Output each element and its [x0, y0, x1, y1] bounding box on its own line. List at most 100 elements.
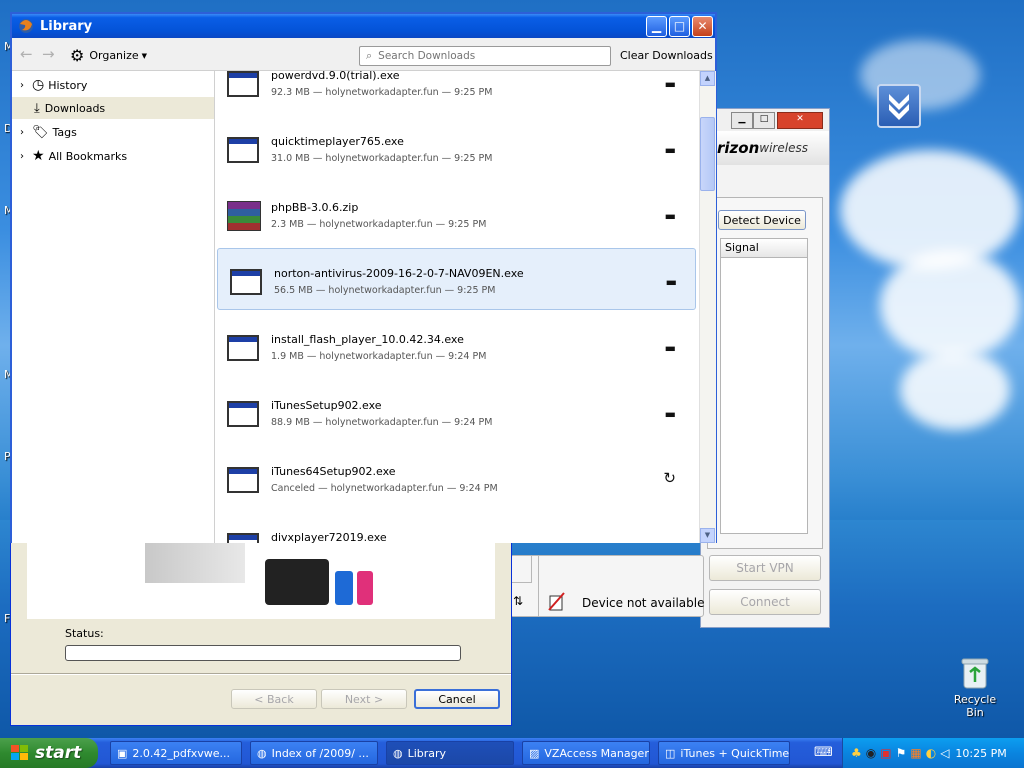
search-input[interactable]: [376, 49, 601, 63]
download-arrow-icon[interactable]: [877, 84, 921, 128]
organize-label: Organize: [89, 49, 139, 62]
download-filename: quicktimeplayer765.exe: [271, 135, 404, 148]
expand-arrow-icon[interactable]: ›: [20, 80, 32, 91]
back-arrow-icon[interactable]: ←: [20, 45, 33, 63]
maximize-button[interactable]: □: [753, 112, 775, 129]
tray-icon[interactable]: ▣: [880, 746, 891, 760]
download-item[interactable]: powerdvd.9.0(trial).exe 92.3 MB — holyne…: [215, 71, 694, 113]
tray-icon[interactable]: ⚑: [896, 746, 907, 760]
gear-icon: ⚙: [70, 46, 85, 65]
status-label: Status:: [65, 627, 104, 640]
close-button[interactable]: ✕: [692, 15, 713, 37]
download-filename: iTunesSetup902.exe: [271, 399, 382, 412]
open-folder-icon[interactable]: ▬: [665, 77, 676, 91]
search-box[interactable]: ⌕: [359, 46, 611, 66]
installer-divider: [11, 673, 511, 675]
tray-icon[interactable]: ◐: [926, 746, 936, 760]
scroll-down-button[interactable]: ▼: [700, 528, 715, 543]
open-folder-icon[interactable]: ▬: [665, 407, 676, 421]
taskbar-button-index[interactable]: ◍ Index of /2009/ ...: [250, 741, 378, 765]
open-folder-icon[interactable]: ▬: [666, 275, 677, 289]
recycle-bin[interactable]: Recycle Bin: [944, 656, 1006, 719]
start-button[interactable]: start: [0, 738, 98, 768]
download-item[interactable]: divxplayer72019.exe ▬: [215, 513, 694, 543]
keyboard-icon[interactable]: ⌨: [814, 745, 833, 760]
back-button[interactable]: < Back: [231, 689, 317, 709]
expand-arrow-icon[interactable]: ›: [20, 151, 32, 162]
double-chevron-down-icon: [889, 94, 909, 120]
tag-icon: 🏷: [32, 124, 49, 140]
next-button[interactable]: Next >: [321, 689, 407, 709]
taskbar-button-pdf[interactable]: ▣ 2.0.42_pdfxvwe...: [110, 741, 242, 765]
tray-icon[interactable]: ♣: [851, 746, 862, 760]
sidebar-item-label: All Bookmarks: [48, 149, 128, 163]
taskbar-button-library[interactable]: ◍ Library: [386, 741, 514, 765]
signal-header-label: Signal: [725, 241, 759, 254]
recycle-bin-label: Recycle Bin: [953, 693, 997, 719]
start-vpn-button[interactable]: Start VPN: [709, 555, 821, 581]
vz-status-panel: ⇅ Device not available: [510, 555, 704, 617]
expand-arrow-icon[interactable]: ›: [20, 127, 32, 138]
signal-column-header[interactable]: Signal: [721, 239, 807, 258]
firefox-icon: ◍: [257, 746, 267, 760]
download-filename: iTunes64Setup902.exe: [271, 465, 396, 478]
iphone-image: [265, 559, 329, 605]
download-info: 2.3 MB — holynetworkadapter.fun — 9:25 P…: [271, 219, 487, 230]
chevron-down-icon: ▼: [141, 51, 148, 60]
window-icon: ▣: [117, 746, 128, 760]
download-item[interactable]: quicktimeplayer765.exe 31.0 MB — holynet…: [215, 117, 694, 179]
clear-downloads-button[interactable]: Clear Downloads: [620, 49, 713, 62]
download-item[interactable]: iTunes64Setup902.exe Canceled — holynetw…: [215, 447, 694, 509]
open-folder-icon[interactable]: ▬: [665, 143, 676, 157]
download-item[interactable]: install_flash_player_10.0.42.34.exe 1.9 …: [215, 315, 694, 377]
library-toolbar: ← → ⚙ Organize ▼ ⌕ Clear Downloads: [12, 38, 715, 71]
start-label: start: [35, 743, 82, 763]
firefox-icon: ◍: [393, 746, 403, 760]
windows-logo-icon: [11, 745, 28, 760]
ipod-image: [357, 571, 373, 605]
minimize-button[interactable]: ▁: [731, 112, 753, 129]
taskbar-button-vzaccess[interactable]: ▨ VZAccess Manager: [522, 741, 650, 765]
vz-brand-suffix: wireless: [759, 141, 808, 155]
exe-file-icon: [227, 71, 259, 97]
library-titlebar[interactable]: Library ▁ □ ✕: [12, 14, 715, 38]
download-info: 56.5 MB — holynetworkadapter.fun — 9:25 …: [274, 285, 496, 296]
scroll-thumb[interactable]: [700, 117, 715, 191]
retry-icon[interactable]: ↻: [663, 469, 676, 487]
sidebar-item-downloads[interactable]: ⤓ Downloads: [12, 97, 214, 119]
download-item-selected[interactable]: norton-antivirus-2009-16-2-0-7-NAV09EN.e…: [217, 248, 696, 310]
sidebar-item-all-bookmarks[interactable]: › ★ All Bookmarks: [20, 146, 127, 166]
open-folder-icon[interactable]: ▬: [665, 209, 676, 223]
vz-device-box: Device not available: [538, 556, 704, 616]
open-folder-icon[interactable]: ▬: [665, 341, 676, 355]
cancel-button[interactable]: Cancel: [414, 689, 500, 709]
sidebar-item-tags[interactable]: › 🏷 Tags: [20, 122, 77, 142]
volume-icon[interactable]: ◁: [940, 746, 949, 760]
downloads-scrollbar[interactable]: ▲ ▼: [699, 71, 716, 543]
maximize-button[interactable]: □: [669, 15, 690, 37]
exe-file-icon: [227, 137, 259, 163]
tray-icon[interactable]: ▦: [910, 746, 921, 760]
library-sidebar: › ◷ History ⤓ Downloads › 🏷 Tags › ★ All…: [12, 71, 215, 543]
sidebar-item-history[interactable]: › ◷ History: [20, 75, 87, 95]
download-info: 1.9 MB — holynetworkadapter.fun — 9:24 P…: [271, 351, 487, 362]
vzaccess-titlebar: ▁ □ ✕: [701, 109, 829, 131]
clock-icon: ◷: [32, 77, 45, 93]
download-item[interactable]: phpBB-3.0.6.zip 2.3 MB — holynetworkadap…: [215, 183, 694, 245]
sidebar-item-label: History: [48, 78, 88, 92]
download-filename: norton-antivirus-2009-16-2-0-7-NAV09EN.e…: [274, 267, 524, 280]
clock[interactable]: 10:25 PM: [955, 747, 1006, 760]
minimize-button[interactable]: ▁: [646, 15, 667, 37]
download-info: 31.0 MB — holynetworkadapter.fun — 9:25 …: [271, 153, 493, 164]
close-button[interactable]: ✕: [777, 112, 823, 129]
scroll-up-button[interactable]: ▲: [700, 71, 715, 86]
tray-icon[interactable]: ◉: [866, 746, 876, 760]
connect-button[interactable]: Connect: [709, 589, 821, 615]
taskbar-button-itunes[interactable]: ◫ iTunes + QuickTime: [658, 741, 790, 765]
download-item[interactable]: iTunesSetup902.exe 88.9 MB — holynetwork…: [215, 381, 694, 443]
forward-arrow-icon[interactable]: →: [42, 45, 55, 63]
organize-menu-button[interactable]: ⚙ Organize ▼: [70, 46, 147, 65]
open-folder-icon[interactable]: ▬: [665, 539, 676, 543]
detect-device-button[interactable]: Detect Device: [718, 210, 806, 230]
vz-brand-prefix: rizon: [717, 139, 760, 157]
